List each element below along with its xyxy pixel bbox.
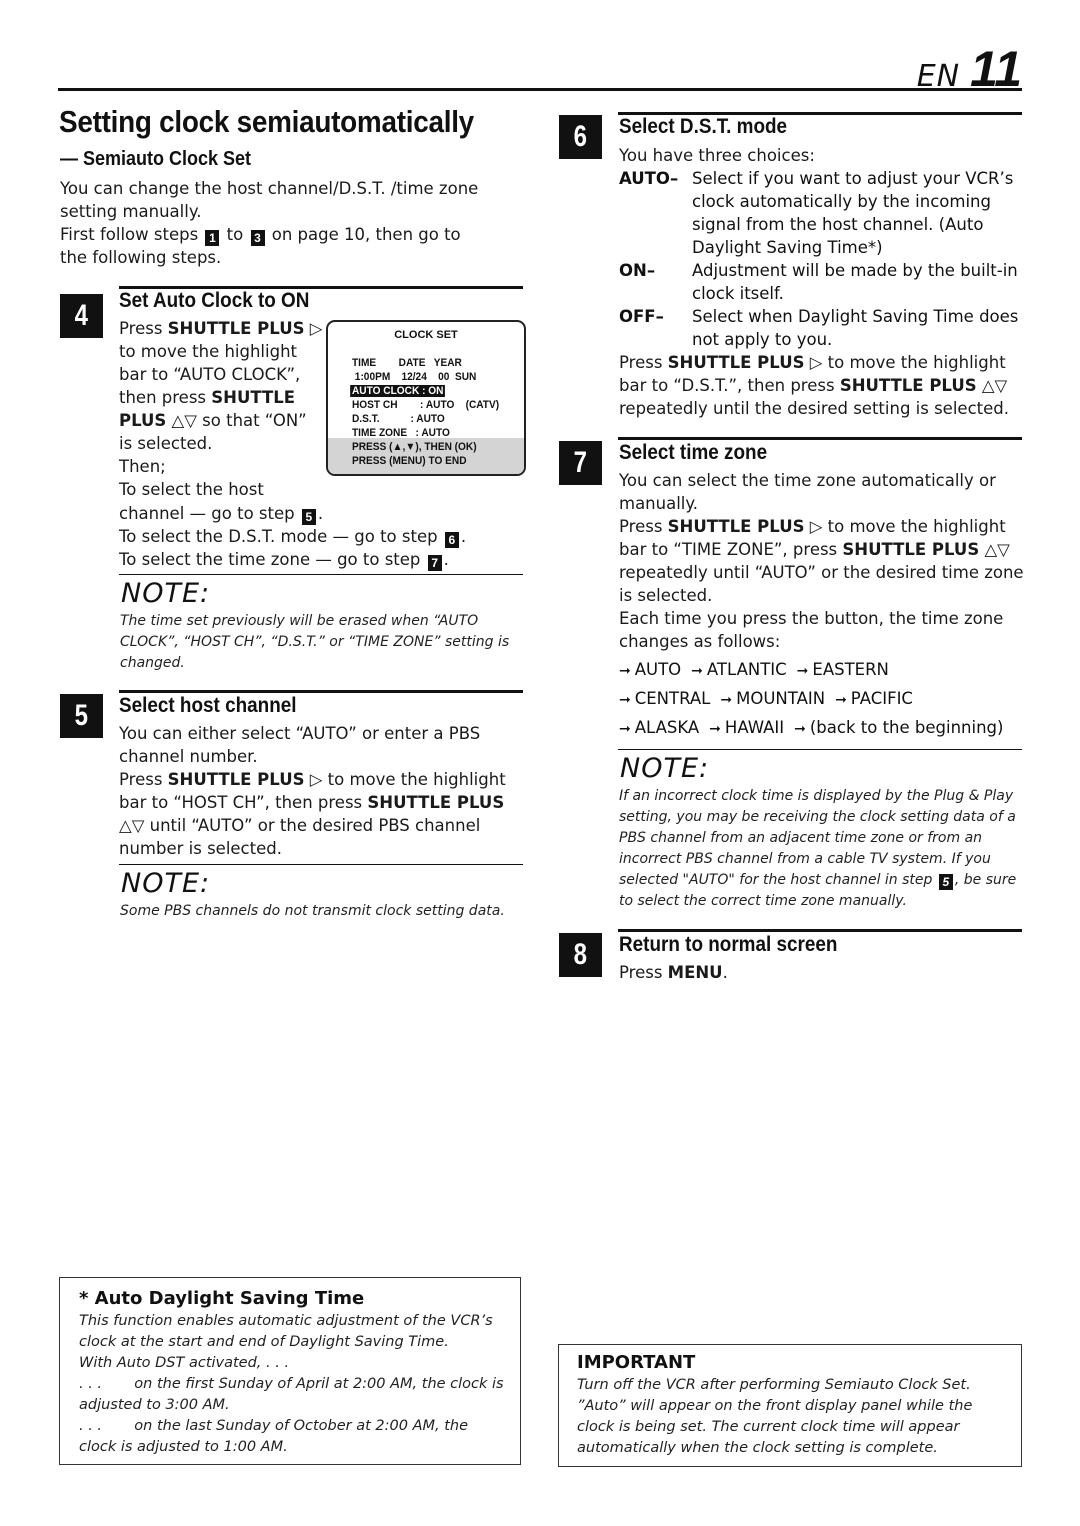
- header-rule: [58, 88, 1022, 91]
- step-ref-badge: 7: [427, 555, 442, 571]
- time-zone-option: MOUNTAIN: [736, 689, 826, 708]
- step-8-badge: 8: [559, 933, 602, 977]
- page-number: 11: [970, 41, 1022, 97]
- arrow-right-icon: ➞: [794, 721, 806, 737]
- osd-footer: PRESS (▲,▼), THEN (OK) PRESS (MENU) TO E…: [328, 438, 524, 474]
- step-4-line: Press SHUTTLE PLUS ▷: [119, 319, 323, 338]
- intro-text: You can change the host channel/D.S.T. /…: [60, 177, 490, 269]
- step-4-line: then press SHUTTLE: [119, 388, 296, 407]
- step-7-paragraph-2: Press SHUTTLE PLUS ▷ to move the highlig…: [619, 517, 1024, 605]
- intro-paragraph-2: First follow steps 1 to 3 on page 10, th…: [60, 223, 490, 269]
- intro-paragraph-1: You can change the host channel/D.S.T. /…: [60, 179, 479, 221]
- arrow-right-icon: ➞: [709, 721, 721, 737]
- step-ref-badge: 5: [938, 874, 953, 890]
- page-subtitle: — Semiauto Clock Set: [60, 148, 252, 170]
- step-4-instructions: Press SHUTTLE PLUS ▷ to move the highligh…: [119, 317, 324, 501]
- important-box: IMPORTANT Turn off the VCR after perform…: [558, 1344, 1022, 1467]
- time-zone-option: CENTRAL: [634, 689, 711, 708]
- step-4-line: To select the host: [119, 480, 264, 499]
- time-zone-option: HAWAII: [724, 718, 785, 737]
- arrow-right-icon: ➞: [619, 721, 631, 737]
- note-2-heading: NOTE:: [121, 868, 211, 899]
- note-2-rule: [119, 864, 523, 865]
- auto-dst-text: This function enables automatic adjustme…: [79, 1313, 509, 1455]
- language-label: EN: [916, 59, 961, 94]
- step-8-rule: [618, 929, 1022, 932]
- step-7-rule: [618, 437, 1022, 440]
- intro-text-mid: to: [226, 225, 244, 244]
- osd-footer-line-1: PRESS (▲,▼), THEN (OK): [352, 441, 477, 453]
- intro-text-pre: First follow steps: [60, 225, 199, 244]
- clock-set-screen: CLOCK SET TIME DATE YEAR 1:00PM 12/24 00…: [326, 320, 526, 476]
- auto-dst-title: * Auto Daylight Saving Time: [79, 1288, 365, 1309]
- arrow-right-icon: ➞: [796, 663, 809, 679]
- step-4-goto-list: channel — go to step 5. To select the D.…: [119, 502, 519, 571]
- step-7-paragraph-3: Each time you press the button, the time…: [619, 609, 1004, 651]
- step-7-badge: 7: [559, 441, 602, 485]
- auto-dst-info-box: * Auto Daylight Saving Time This functio…: [59, 1277, 521, 1465]
- time-zone-option: AUTO: [634, 660, 682, 679]
- goto-host-channel: channel — go to step 5.: [119, 504, 324, 525]
- page-number-block: EN 11: [917, 40, 1022, 98]
- step-6-instructions: Press SHUTTLE PLUS ▷ to move the highlig…: [619, 353, 1009, 418]
- step-7-title: Select time zone: [619, 441, 768, 464]
- note-1-heading: NOTE:: [121, 578, 211, 609]
- osd-footer-line-2: PRESS (MENU) TO END: [352, 455, 467, 467]
- step-5-text: You can either select “AUTO” or enter a …: [119, 722, 524, 860]
- osd-dst-row: D.S.T. : AUTO: [352, 413, 445, 425]
- step-6-intro: You have three choices:: [619, 146, 815, 165]
- time-zone-sequence-line: ➞ AUTO ➞ ATLANTIC ➞ EASTERN: [619, 660, 899, 679]
- time-zone-option: EASTERN: [812, 660, 889, 679]
- step-7-paragraph-1: You can select the time zone automatical…: [619, 471, 996, 513]
- arrow-right-icon: ➞: [835, 692, 847, 708]
- note-3-text: If an incorrect clock time is displayed …: [619, 788, 1017, 909]
- step-4-line: is selected.: [119, 434, 213, 453]
- note-3-rule: [618, 749, 1022, 750]
- time-zone-option: ALASKA: [634, 718, 700, 737]
- step-4-line: to move the highlight: [119, 342, 298, 361]
- step-7-text: You can select the time zone automatical…: [619, 469, 1024, 653]
- time-zone-sequence-line: ➞ CENTRAL ➞ MOUNTAIN ➞ PACIFIC: [619, 689, 923, 708]
- osd-header-row: TIME DATE YEAR: [352, 357, 462, 369]
- step-ref-badge: 3: [250, 230, 265, 246]
- step-4-line: PLUS △▽ so that “ON”: [119, 411, 307, 430]
- step-4-line: bar to “AUTO CLOCK”,: [119, 365, 301, 384]
- step-5-title: Select host channel: [119, 694, 297, 717]
- step-6-title: Select D.S.T. mode: [619, 115, 788, 138]
- important-text: Turn off the VCR after performing Semiau…: [577, 1377, 973, 1456]
- step-5-badge: 5: [60, 694, 103, 738]
- step-8-text: Press MENU.: [619, 963, 728, 982]
- step-ref-badge: 5: [301, 509, 316, 525]
- page-title: Setting clock semiautomatically: [59, 104, 474, 139]
- arrow-right-icon: ➞: [720, 692, 733, 708]
- important-title: IMPORTANT: [577, 1352, 696, 1373]
- time-zone-sequence-line: ➞ ALASKA ➞ HAWAII ➞ (back to the beginning): [619, 718, 1013, 737]
- note-1-rule: [119, 574, 523, 575]
- note-3-heading: NOTE:: [620, 753, 710, 784]
- step-5-rule: [119, 690, 523, 693]
- step-4-line: Then;: [119, 457, 166, 476]
- osd-title: CLOCK SET: [394, 329, 458, 341]
- goto-dst-mode: To select the D.S.T. mode — go to step 6…: [119, 527, 467, 548]
- time-zone-option: PACIFIC: [850, 689, 913, 708]
- arrow-right-icon: ➞: [619, 663, 631, 679]
- step-ref-badge: 6: [444, 532, 459, 548]
- time-zone-option: ATLANTIC: [706, 660, 787, 679]
- osd-value-row: 1:00PM 12/24 00 SUN: [352, 371, 477, 383]
- step-5-paragraph-1: You can either select “AUTO” or enter a …: [119, 724, 481, 766]
- goto-time-zone: To select the time zone — go to step 7.: [119, 550, 449, 571]
- step-5-paragraph-2: Press SHUTTLE PLUS ▷ to move the highlig…: [119, 770, 506, 858]
- time-zone-option: (back to the beginning): [809, 718, 1004, 737]
- arrow-right-icon: ➞: [619, 692, 631, 708]
- step-6-badge: 6: [559, 115, 602, 159]
- step-4-badge: 4: [60, 294, 103, 338]
- osd-auto-clock-highlight: AUTO CLOCK : ON: [350, 385, 446, 397]
- note-2-text: Some PBS channels do not transmit clock …: [120, 903, 505, 919]
- step-ref-badge: 1: [205, 230, 220, 246]
- note-1-text: The time set previously will be erased w…: [120, 613, 510, 671]
- step-8-title: Return to normal screen: [619, 933, 838, 956]
- step-4-title: Set Auto Clock to ON: [119, 289, 310, 312]
- osd-host-row: HOST CH : AUTO (CATV): [352, 399, 500, 411]
- arrow-right-icon: ➞: [691, 663, 703, 679]
